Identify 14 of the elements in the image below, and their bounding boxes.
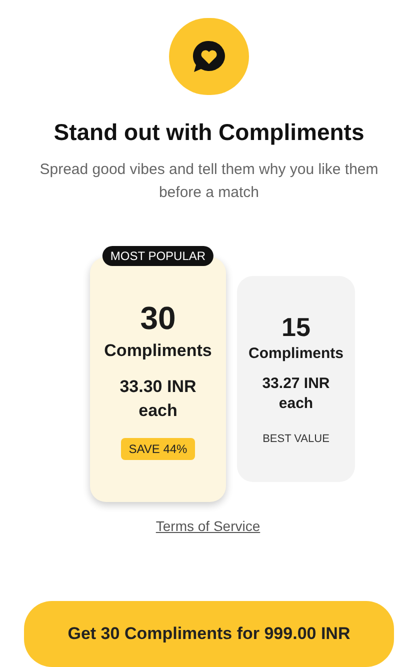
value-label: BEST VALUE [262,432,330,447]
plan-unit: Compliments [248,344,344,364]
plan-price: 33.30 INR each [118,376,198,422]
plan-card[interactable]: 15 Compliments 33.27 INR each BEST VALUE [237,276,355,482]
plan-count: 15 [282,310,310,344]
plan-count: 30 [140,298,176,338]
page-subtitle: Spread good vibes and tell them why you like them before a match [38,160,380,203]
plan-price: 33.27 INR each [261,374,331,414]
popular-badge: MOST POPULAR [102,246,214,266]
discount-badge: SAVE 44% [120,438,196,460]
plan-unit: Compliments [104,340,212,362]
terms-link[interactable]: Terms of Service [156,516,260,537]
buy-button[interactable]: Get 30 Compliments for 999.00 INR [24,600,394,667]
page-title: Stand out with Compliments [54,118,364,148]
